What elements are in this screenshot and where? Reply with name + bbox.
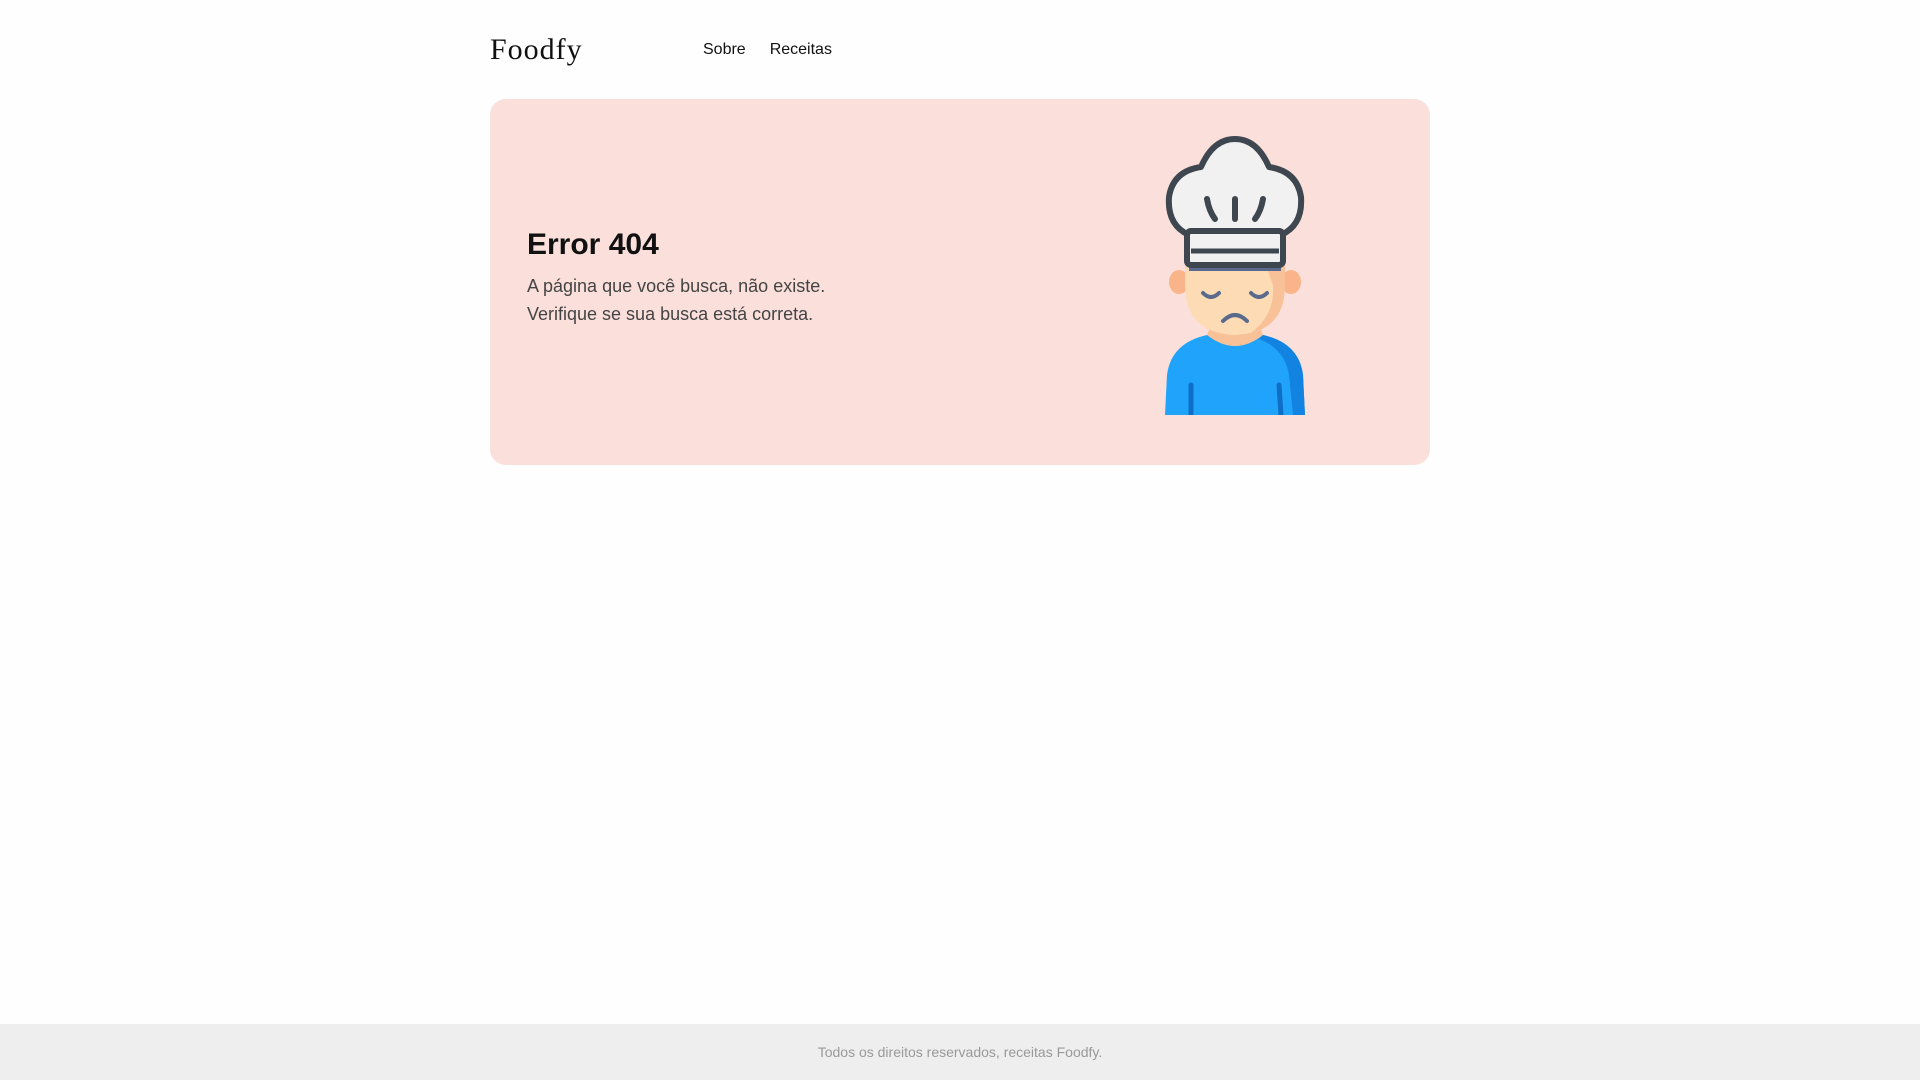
chef-hat-band xyxy=(1184,228,1286,268)
chef-shirt-fold-right xyxy=(1276,382,1284,415)
error-card: Error 404 A página que você busca, não e… xyxy=(490,99,1430,465)
site-header: Foodfy Sobre Receitas xyxy=(490,26,1430,74)
site-logo[interactable]: Foodfy xyxy=(490,33,703,67)
error-text: Error 404 A página que você busca, não e… xyxy=(527,226,825,328)
sad-chef-icon xyxy=(1165,136,1305,415)
error-line-2: Verifique se sua busca está correta. xyxy=(527,304,814,324)
error-title: Error 404 xyxy=(527,228,659,261)
error-description: A página que você busca, não existe. Ver… xyxy=(527,272,825,328)
site-footer: Todos os direitos reservados, receitas F… xyxy=(0,1024,1920,1080)
nav-link-receitas[interactable]: Receitas xyxy=(770,41,832,59)
error-line-1: A página que você busca, não existe. xyxy=(527,276,826,296)
nav-link-sobre[interactable]: Sobre xyxy=(703,41,746,59)
footer-copyright: Todos os direitos reservados, receitas F… xyxy=(817,1044,1103,1060)
main-nav: Sobre Receitas xyxy=(703,41,832,59)
